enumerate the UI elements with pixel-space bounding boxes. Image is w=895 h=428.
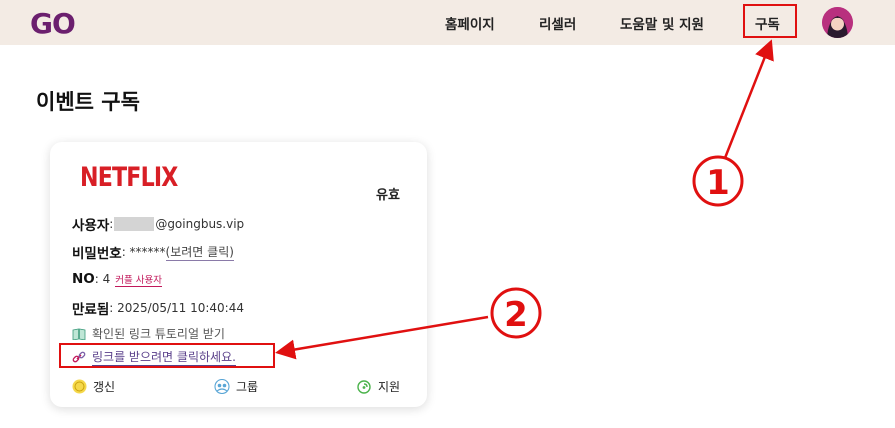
annotation-arrow-1: [723, 39, 774, 159]
annotation-arrow-2: [275, 315, 489, 360]
annotation-marker-1: 1: [706, 163, 730, 203]
annotation-marker-2: 2: [504, 295, 528, 335]
annotation-overlay: 1 2: [275, 39, 774, 360]
